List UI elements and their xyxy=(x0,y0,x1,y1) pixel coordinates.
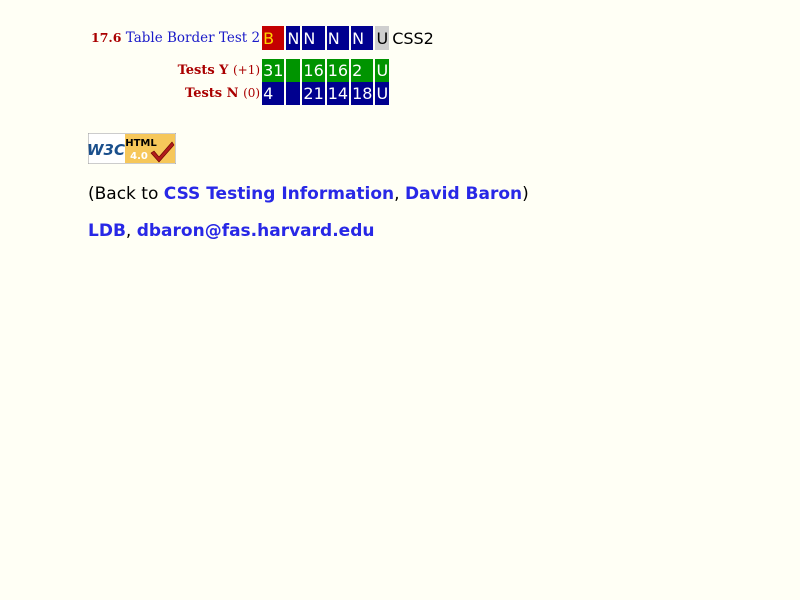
section-number: 17.6 xyxy=(91,30,122,45)
result-cell-n: N xyxy=(351,26,374,50)
result-cell-n: N xyxy=(302,26,325,50)
count-cell: 18 xyxy=(351,82,374,105)
tests-y-row: Tests Y (+1) 31 16 16 2 U xyxy=(90,59,435,82)
email-link[interactable]: dbaron@fas.harvard.edu xyxy=(137,221,375,241)
david-baron-link[interactable]: David Baron xyxy=(405,184,522,204)
test-title: 17.6 Table Border Test 2 xyxy=(90,26,260,50)
result-cell-n: N xyxy=(286,26,301,50)
count-cell xyxy=(286,82,301,105)
row-label-tests-y: Tests Y (+1) xyxy=(177,63,261,78)
result-cell-b: B xyxy=(262,26,285,50)
result-cell-u: U xyxy=(375,26,390,50)
count-cell xyxy=(286,59,301,82)
badge-version-text: 4.0 xyxy=(130,151,148,162)
count-cell: 16 xyxy=(326,59,350,82)
count-cell: 31 xyxy=(262,59,285,82)
css-testing-info-link[interactable]: CSS Testing Information xyxy=(164,184,394,204)
test-name: Table Border Test 2 xyxy=(125,30,261,46)
tests-n-row: Tests N (0) 4 21 14 18 U xyxy=(90,82,435,105)
count-cell: 14 xyxy=(326,82,350,105)
back-navigation: (Back to CSS Testing Information, David … xyxy=(88,184,529,204)
w3c-logo-text: W3C xyxy=(88,141,125,159)
footer: LDB, dbaron@fas.harvard.edu xyxy=(88,221,375,241)
row-label-tests-n: Tests N (0) xyxy=(185,86,261,101)
w3c-html-badge[interactable]: W3C HTML 4.0 xyxy=(88,133,176,164)
count-cell: 16 xyxy=(302,59,325,82)
count-cell: U xyxy=(375,82,390,105)
header-row: 17.6 Table Border Test 2 B N N N N U CSS… xyxy=(90,26,435,50)
count-cell: 4 xyxy=(262,82,285,105)
badge-html-text: HTML xyxy=(125,138,157,149)
test-results-table: 17.6 Table Border Test 2 B N N N N U CSS… xyxy=(88,26,437,105)
result-cell-n: N xyxy=(326,26,350,50)
spec-label: CSS2 xyxy=(392,28,434,48)
count-cell: 21 xyxy=(302,82,325,105)
ldb-link[interactable]: LDB xyxy=(88,221,126,241)
count-cell: U xyxy=(375,59,390,82)
count-cell: 2 xyxy=(351,59,374,82)
